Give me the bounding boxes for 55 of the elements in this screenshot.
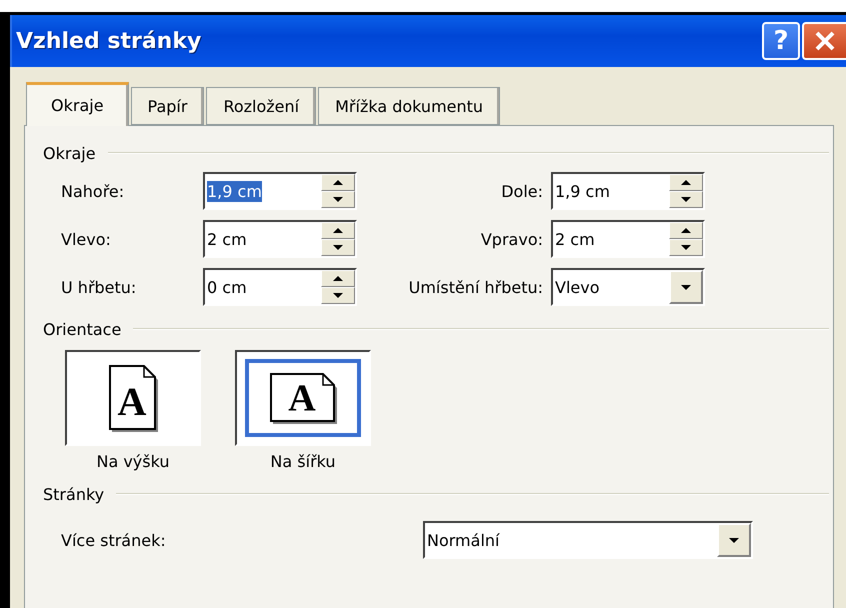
close-icon: [814, 30, 836, 52]
close-button[interactable]: [802, 22, 846, 60]
spin-down-button[interactable]: [669, 191, 703, 208]
field-label: Dole:: [500, 182, 543, 200]
down-arrow-icon: [333, 293, 343, 298]
spin-down-button[interactable]: [669, 239, 703, 256]
up-arrow-icon: [681, 180, 691, 185]
dropdown-field[interactable]: Normální: [423, 521, 753, 559]
tab[interactable]: Mřížka dokumentu: [318, 87, 500, 125]
tab[interactable]: Okraje: [26, 82, 129, 126]
field-label: Nahoře:: [61, 182, 126, 200]
spin-up-button[interactable]: [321, 270, 355, 287]
landscape-page-icon: A: [270, 372, 336, 424]
spin-field[interactable]: 2 cm: [203, 220, 357, 258]
spin-up-button[interactable]: [321, 222, 355, 239]
spin-down-button[interactable]: [321, 191, 355, 208]
portrait-page-icon: A: [108, 364, 158, 432]
field-label: Vpravo:: [480, 230, 543, 248]
group-title: Stránky: [43, 484, 104, 504]
group-title: Okraje: [43, 144, 96, 162]
up-arrow-icon: [333, 180, 343, 185]
field-label: Vlevo:: [61, 230, 112, 248]
tab[interactable]: Rozložení: [206, 87, 316, 125]
down-arrow-icon: [681, 245, 691, 250]
dropdown-field[interactable]: Vlevo: [551, 268, 705, 306]
spin-field[interactable]: 0 cm: [203, 268, 357, 306]
orientation-button[interactable]: A: [65, 350, 201, 446]
down-arrow-icon: [333, 245, 343, 250]
orientation-button[interactable]: A: [235, 350, 371, 446]
spin-field[interactable]: 1,9 cm: [203, 172, 357, 210]
orientation-label: Na výšku: [96, 452, 170, 471]
spin-down-button[interactable]: [321, 287, 355, 304]
orientation-label: Na šířku: [270, 452, 336, 471]
down-arrow-icon: [333, 197, 343, 202]
spin-up-button[interactable]: [669, 174, 703, 191]
group-title: Orientace: [43, 320, 122, 338]
spin-up-button[interactable]: [669, 222, 703, 239]
spin-field[interactable]: 2 cm: [551, 220, 705, 258]
up-arrow-icon: [681, 228, 691, 233]
caret-icon: [729, 538, 739, 542]
window-title: Vzhled stránky: [16, 28, 202, 54]
caret-icon: [681, 284, 691, 290]
spin-down-button[interactable]: [321, 239, 355, 256]
up-arrow-icon: [333, 228, 343, 233]
field-label: Umístění hřbetu:: [408, 278, 543, 296]
up-arrow-icon: [333, 276, 343, 281]
field-label: U hřbetu:: [61, 278, 138, 296]
spin-up-button[interactable]: [321, 174, 355, 191]
spin-field[interactable]: 1,9 cm: [551, 172, 705, 210]
dropdown-button[interactable]: [669, 270, 703, 304]
down-arrow-icon: [681, 197, 691, 202]
dropdown-button[interactable]: [717, 523, 751, 557]
tab[interactable]: Papír: [130, 87, 204, 125]
help-button[interactable]: ?: [762, 22, 800, 60]
field-label: Více stránek:: [61, 530, 167, 550]
